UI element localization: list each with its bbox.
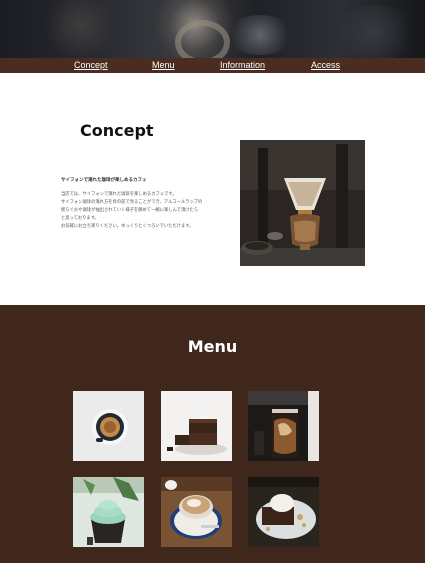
cupcake-image [73,477,144,547]
menu-item-brownie-ice-cream[interactable] [248,477,319,547]
concept-body-line: 当店では、サイフォンで淹れた珈琲を楽しめるカフェです。 [61,192,177,197]
main-nav: Concept Menu Information Access [0,58,425,73]
menu-item-cupcake[interactable] [73,477,144,547]
menu-item-espresso[interactable] [73,391,144,461]
nav-link-menu[interactable]: Menu [152,59,175,71]
brownie-ice-cream-image [248,477,319,547]
menu-item-latte[interactable] [161,477,232,547]
concept-body-line: サイフォン珈琲の淹れ方を目の前で見ることができ、アルコールランプの [61,200,203,205]
menu-title: Menu [187,337,238,356]
concept-body-line: 揺らぐ炎や珈琲が抽出されていく様子を眺めて一緒に楽しんで頂けたら [61,208,199,213]
menu-item-iced-coffee[interactable] [248,391,319,461]
concept-body-line: お気軽にお立ち寄りください。ゆっくりとくつろいでいただけます。 [61,224,194,229]
nav-link-information[interactable]: Information [220,59,265,71]
nav-link-concept[interactable]: Concept [74,59,108,71]
concept-section: Concept サイフォンで淹れた珈琲が楽しめるカフェ 当店では、サイフォンで淹… [0,73,425,305]
iced-coffee-image [248,391,319,461]
siphon-coffee-photo [240,140,365,266]
concept-subtitle: サイフォンで淹れた珈琲が楽しめるカフェ [61,178,147,183]
concept-title: Concept [80,121,154,140]
brownie-image [161,391,232,461]
hero-banner [0,0,425,58]
concept-body-line: と思っております。 [61,216,99,221]
concept-body: 当店では、サイフォンで淹れた珈琲を楽しめるカフェです。 サイフォン珈琲の淹れ方を… [61,191,211,231]
espresso-cup-image [73,391,144,461]
latte-image [161,477,232,547]
nav-link-access[interactable]: Access [311,59,340,71]
menu-item-brownie[interactable] [161,391,232,461]
menu-section: Menu [0,305,425,563]
